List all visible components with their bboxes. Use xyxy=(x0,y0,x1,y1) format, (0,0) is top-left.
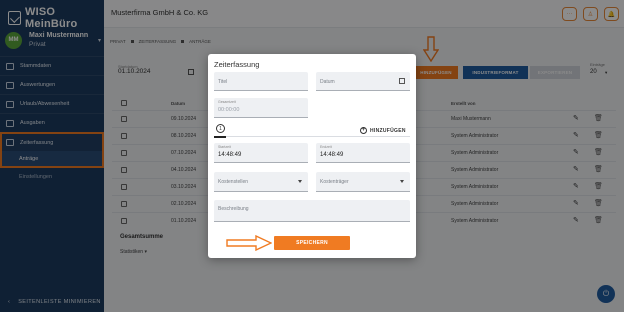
date-placeholder: Datum xyxy=(320,79,335,85)
start-time-value: 14:48:49 xyxy=(218,152,242,158)
add-interval-label: HINZUFÜGEN xyxy=(370,127,406,134)
title-placeholder: Titel xyxy=(218,79,228,85)
cost-center-placeholder: Kostenstellen xyxy=(218,179,249,185)
duration-value: 00:00:00 xyxy=(218,107,240,113)
active-step-underline xyxy=(214,136,226,138)
date-field[interactable]: Datum xyxy=(316,72,410,91)
description-placeholder: Beschreibung xyxy=(218,206,249,212)
end-time-label: Endzeit xyxy=(320,145,332,149)
start-time-label: Startzeit xyxy=(218,145,231,149)
cost-center-select[interactable]: Kostenstellen xyxy=(214,172,308,192)
caret-down-icon xyxy=(400,180,404,183)
start-time-field[interactable]: Startzeit 14:48:49 xyxy=(214,143,308,163)
duration-field: Gesamtzeit 00:00:00 xyxy=(214,98,308,118)
add-interval-button[interactable]: + HINZUFÜGEN xyxy=(360,127,406,134)
arrow-right-icon xyxy=(226,235,272,251)
calendar-icon[interactable] xyxy=(399,78,405,84)
caret-down-icon xyxy=(298,180,302,183)
end-time-value: 14:48:49 xyxy=(320,152,344,158)
step-indicator[interactable]: 1 xyxy=(216,124,225,133)
divider xyxy=(214,136,410,137)
title-field[interactable]: Titel xyxy=(214,72,308,91)
dialog-title: Zeiterfassung xyxy=(214,60,260,69)
cost-unit-select[interactable]: Kostenträger xyxy=(316,172,410,192)
time-entry-dialog: Zeiterfassung Titel Datum Gesamtzeit 00:… xyxy=(208,54,416,258)
description-field[interactable]: Beschreibung xyxy=(214,200,410,222)
end-time-field[interactable]: Endzeit 14:48:49 xyxy=(316,143,410,163)
duration-label: Gesamtzeit xyxy=(218,100,236,104)
save-button[interactable]: SPEICHERN xyxy=(274,236,350,250)
cost-unit-placeholder: Kostenträger xyxy=(320,179,349,185)
plus-circle-icon: + xyxy=(360,127,367,134)
